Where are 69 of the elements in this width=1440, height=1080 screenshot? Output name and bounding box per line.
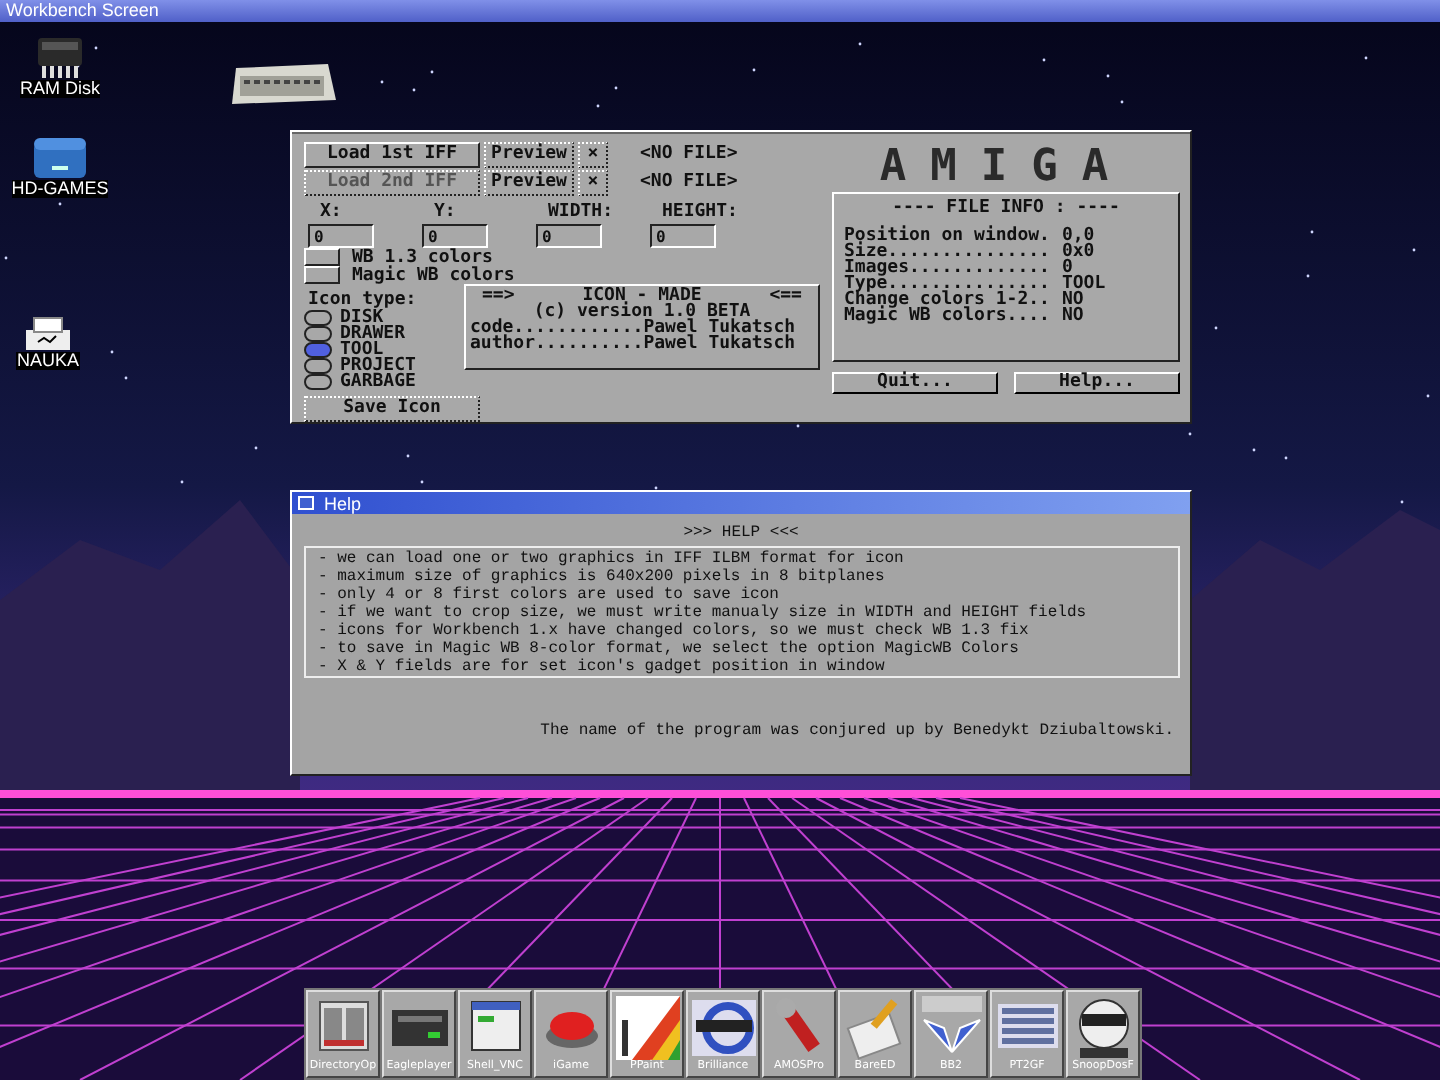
paint-icon xyxy=(611,992,683,1062)
dialog-button[interactable]: Help... xyxy=(1014,372,1180,394)
logo-text: AMIGA xyxy=(877,140,1135,192)
clear-button[interactable]: × xyxy=(578,141,608,167)
info-label: Change colors 1-2.. xyxy=(844,292,1050,308)
help-line: - we can load one or two graphics in IFF ILBM format for icon xyxy=(318,550,906,568)
file-name: <NO FILE> xyxy=(640,172,738,192)
number-field[interactable]: 0 xyxy=(536,224,602,248)
radio-button[interactable] xyxy=(304,326,332,342)
info-label: Magic WB colors.... xyxy=(844,308,1050,324)
close-icon[interactable] xyxy=(298,496,314,510)
checkbox-label: WB 1.3 colors xyxy=(352,247,493,267)
checkbox[interactable] xyxy=(304,266,340,284)
radio-label: PROJECT xyxy=(340,358,416,374)
help-line: - only 4 or 8 first colors are used to save icon xyxy=(318,586,781,604)
icon-label[interactable]: HD-GAMES xyxy=(11,180,109,198)
radio-label: TOOL xyxy=(340,342,384,358)
help-heading: >>> HELP <<< xyxy=(681,522,801,546)
field-label: Y: xyxy=(432,202,458,222)
printer-icon[interactable] xyxy=(20,316,76,352)
info-label: Type............... xyxy=(844,276,1050,292)
info-value: NO xyxy=(1061,292,1084,308)
radio-button[interactable] xyxy=(304,374,332,390)
field-label: X: xyxy=(318,202,344,222)
help-line: - to save in Magic WB 8-color format, we select the option MagicWB Colors xyxy=(318,640,1021,658)
checkbox-label: Magic WB colors xyxy=(352,265,515,285)
version-text: (c) version 1.0 BETA xyxy=(533,304,751,320)
field-label: WIDTH: xyxy=(546,202,616,222)
info-value: 0x0 xyxy=(1061,244,1095,260)
checkbox[interactable] xyxy=(304,248,340,266)
icon-label[interactable]: NAUKA xyxy=(16,352,79,370)
window-title: Help xyxy=(324,493,362,513)
load-button[interactable]: Load 1st IFF xyxy=(304,141,480,167)
preview-button[interactable]: Preview xyxy=(484,141,574,167)
radio-button[interactable] xyxy=(304,342,332,358)
file-name: <NO FILE> xyxy=(640,144,738,164)
field-label: HEIGHT: xyxy=(660,202,740,222)
group-label: Icon type: xyxy=(306,292,419,310)
help-line: - icons for Workbench 1.x have changed colors, so we must check WB 1.3 fix xyxy=(318,622,1031,640)
radio-label: GARBAGE xyxy=(340,374,416,390)
screen-title: Workbench Screen xyxy=(0,0,1440,22)
save-icon-button[interactable]: Save Icon xyxy=(304,396,480,422)
info-label: Size............... xyxy=(844,244,1050,260)
info-value: 0,0 xyxy=(1061,228,1095,244)
arrow-text: ==> xyxy=(482,288,515,304)
footer-text: The name of the program was conjured up by Benedykt Dziubaltowski. xyxy=(538,720,1176,740)
help-line: - X & Y fields are for set icon's gadget position in window xyxy=(318,658,887,676)
number-field[interactable]: 0 xyxy=(422,224,488,248)
radio-button[interactable] xyxy=(304,310,332,326)
info-value: 0 xyxy=(1061,260,1073,276)
dialog-button[interactable]: Quit... xyxy=(832,372,998,394)
info-label: Images............. xyxy=(844,260,1050,276)
info-label: Position on window. xyxy=(844,228,1050,244)
radio-label: DISK xyxy=(340,310,384,326)
icon-label[interactable]: RAM Disk xyxy=(20,80,100,98)
radio-button[interactable] xyxy=(304,358,332,374)
info-value: NO xyxy=(1061,308,1084,324)
drive-icon[interactable] xyxy=(30,132,90,180)
arrow-text: <== xyxy=(769,288,802,304)
help-line: - maximum size of graphics is 640x200 pixels in 8 bitplanes xyxy=(318,568,887,586)
number-field[interactable]: 0 xyxy=(650,224,716,248)
radio-label: DRAWER xyxy=(340,326,406,342)
number-field[interactable]: 0 xyxy=(308,224,374,248)
panel-title: ---- FILE INFO : ---- xyxy=(890,200,1122,216)
help-line: - if we want to crop size, we must write manualy size in WIDTH and HEIGHT fields xyxy=(318,604,1089,622)
info-value: TOOL xyxy=(1061,276,1106,292)
about-heading: ICON - MADE xyxy=(582,288,702,304)
credit-text: code............Pawel Tukatsch xyxy=(470,320,798,336)
credit-text: author..........Pawel Tukatsch xyxy=(470,336,798,352)
